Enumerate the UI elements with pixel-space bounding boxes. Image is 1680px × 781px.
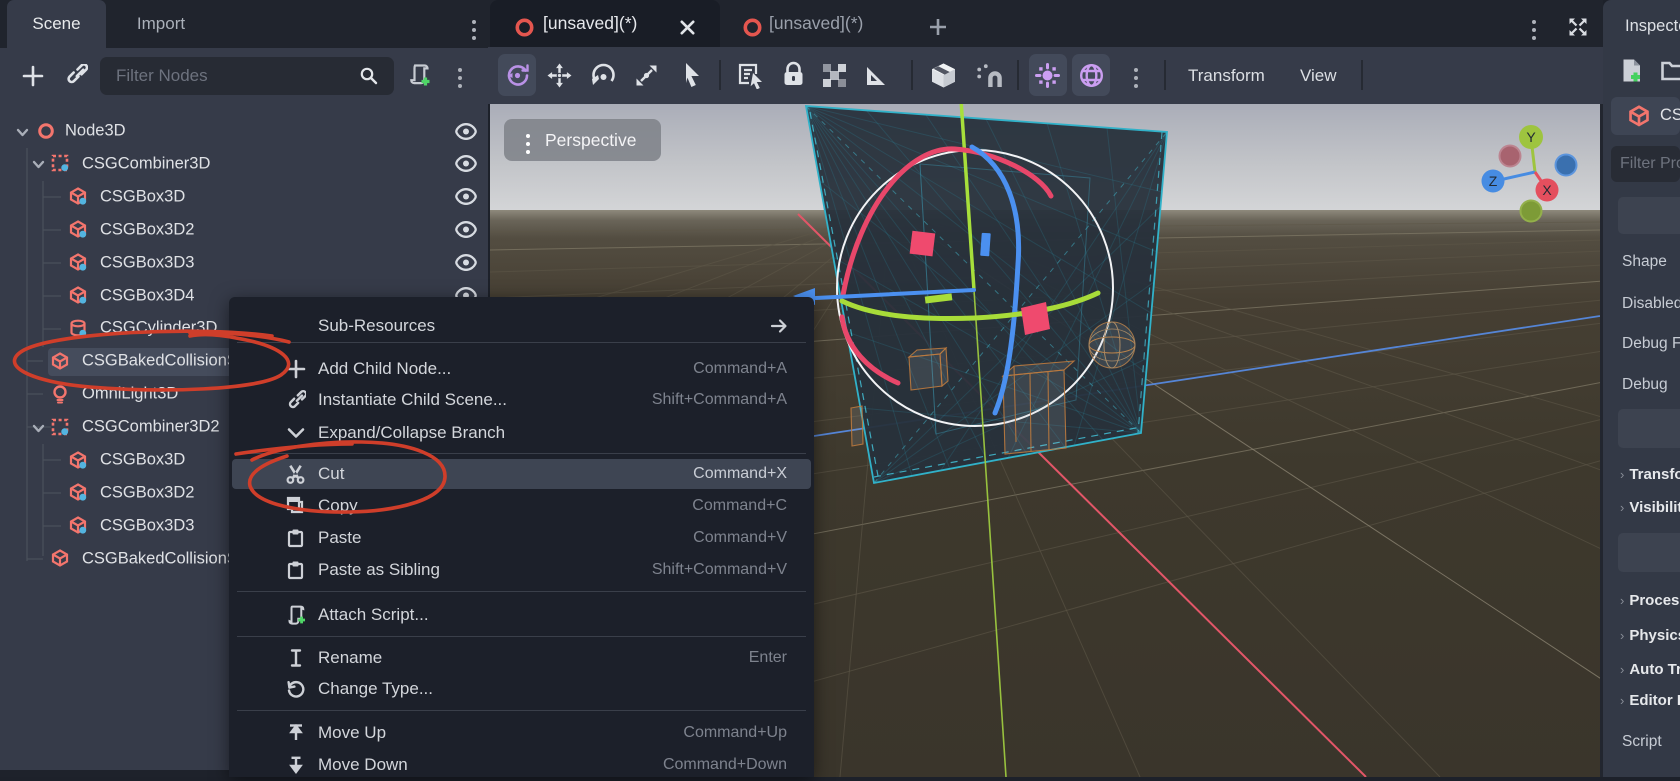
svg-text:Y: Y xyxy=(1526,129,1536,145)
svg-text:Z: Z xyxy=(1489,173,1498,189)
svg-text:X: X xyxy=(1542,182,1552,198)
